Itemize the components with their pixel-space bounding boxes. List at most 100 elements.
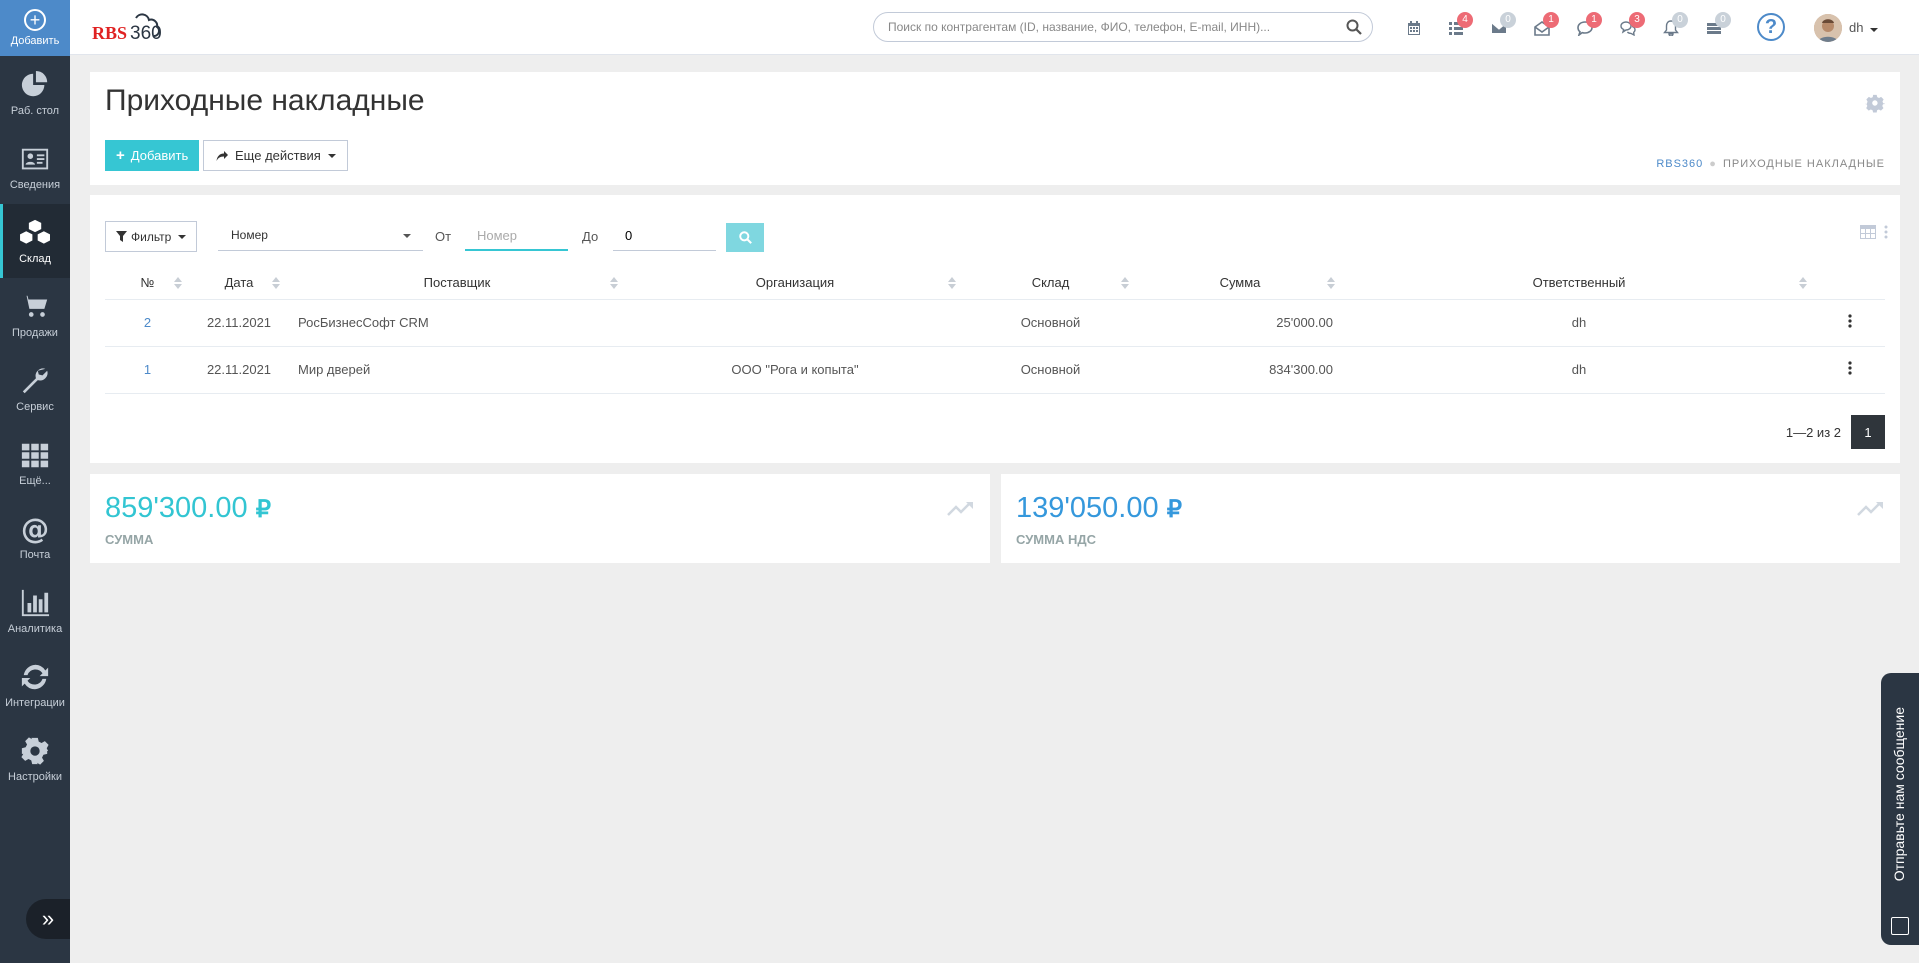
column-header-warehouse[interactable]: Склад: [964, 267, 1137, 300]
user-name: dh: [1849, 20, 1864, 35]
column-header-sum[interactable]: Сумма: [1137, 267, 1343, 300]
cell-warehouse: Основной: [964, 299, 1137, 347]
cubes-icon: [20, 219, 50, 244]
tasks-button[interactable]: 4: [1448, 12, 1473, 38]
mail-button[interactable]: 0: [1491, 12, 1516, 38]
sidebar-item-service[interactable]: Сервис: [0, 352, 70, 426]
column-header-supplier[interactable]: Поставщик: [288, 267, 626, 300]
bar-chart-icon: [21, 589, 50, 616]
trend-icon: [1857, 502, 1883, 516]
column-header-number[interactable]: №: [105, 267, 190, 300]
page-settings-gear-icon[interactable]: [1865, 94, 1885, 114]
add-button[interactable]: + Добавить: [105, 140, 200, 171]
notifications-button[interactable]: 0: [1663, 12, 1688, 38]
column-header-label: Дата: [224, 275, 254, 291]
more-actions-label: Еще действия: [235, 148, 321, 163]
sort-icon: [272, 277, 280, 289]
column-header-date[interactable]: Дата: [190, 267, 288, 300]
search-icon[interactable]: [1346, 19, 1362, 35]
column-header-organization[interactable]: Организация: [626, 267, 964, 300]
column-header-responsible[interactable]: Ответственный: [1343, 267, 1815, 300]
sidebar-item-label: Почта: [19, 548, 51, 561]
search-button[interactable]: [726, 223, 764, 252]
row-menu-button[interactable]: [1815, 346, 1885, 394]
row-menu-button[interactable]: [1815, 299, 1885, 347]
page-button[interactable]: 1: [1851, 415, 1885, 449]
chevron-down-icon: [178, 234, 187, 239]
sidebar-item-desktop[interactable]: Раб. стол: [0, 56, 70, 130]
page-header-panel: Приходные накладные + Добавить Еще действ…: [90, 72, 1900, 185]
filter-field-select[interactable]: Номер: [218, 221, 423, 251]
avatar[interactable]: [1814, 14, 1842, 42]
to-label: До: [582, 229, 599, 244]
calendar-button[interactable]: [1406, 20, 1424, 38]
sidebar-item-info[interactable]: Сведения: [0, 130, 70, 204]
pie-chart-icon: [21, 70, 48, 96]
sort-icon: [948, 277, 956, 289]
sidebar-collapse-button[interactable]: »: [26, 899, 70, 939]
search-icon: [738, 231, 752, 244]
inbox-button[interactable]: 1: [1534, 12, 1559, 38]
currency-symbol: ₽: [255, 496, 271, 523]
cell-responsible: dh: [1343, 299, 1815, 347]
sidebar-item-integrations[interactable]: Интеграции: [0, 648, 70, 722]
id-card-icon: [21, 148, 49, 169]
feedback-tab[interactable]: Отправьте нам сообщение: [1881, 673, 1919, 945]
sidebar-item-label: Раб. стол: [10, 104, 60, 117]
currency-symbol: ₽: [1166, 496, 1182, 523]
search-input[interactable]: [874, 13, 1324, 41]
user-menu[interactable]: dh: [1849, 20, 1879, 35]
sidebar-item-label: Аналитика: [7, 622, 63, 635]
chevron-down-icon: [403, 234, 411, 238]
cell-number[interactable]: 2: [105, 299, 190, 347]
stat-label: СУММА: [105, 532, 154, 547]
sidebar-item-label: Продажи: [12, 326, 58, 339]
calendar-icon: [1408, 21, 1420, 35]
sidebar-item-sales[interactable]: Продажи: [0, 278, 70, 352]
chat-button[interactable]: 1: [1577, 12, 1602, 38]
sidebar-item-warehouse[interactable]: Склад: [0, 204, 70, 278]
table-row[interactable]: 2 22.11.2021 РосБизнесСофт CRM Основной …: [105, 299, 1885, 347]
from-input[interactable]: [465, 221, 568, 251]
logo[interactable]: RBS 360: [90, 12, 190, 44]
cell-warehouse: Основной: [964, 346, 1137, 394]
to-input[interactable]: [613, 221, 716, 251]
table-columns-icon[interactable]: [1860, 225, 1876, 239]
table-panel: Фильтр Номер От До № Дата Поставщик Орга…: [90, 195, 1900, 463]
sidebar-item-mail[interactable]: @ Почта: [0, 500, 70, 574]
plus-circle-icon: +: [24, 9, 46, 31]
filter-button-label: Фильтр: [131, 229, 172, 244]
breadcrumb-current: ПРИХОДНЫЕ НАКЛАДНЫЕ: [1722, 158, 1885, 170]
column-header-actions: [1815, 267, 1885, 300]
cell-number[interactable]: 1: [105, 346, 190, 394]
invoices-table: № Дата Поставщик Организация Склад Сумма…: [105, 267, 1885, 394]
breadcrumb: RBS360 ● ПРИХОДНЫЕ НАКЛАДНЫЕ: [1656, 158, 1885, 170]
stack-badge: 0: [1715, 12, 1731, 28]
vertical-dots-icon: [1848, 361, 1852, 375]
column-header-label: Поставщик: [423, 275, 491, 291]
table-row[interactable]: 1 22.11.2021 Мир дверей ООО "Рога и копы…: [105, 346, 1885, 394]
sidebar-item-settings[interactable]: Настройки: [0, 722, 70, 796]
help-icon[interactable]: ?: [1757, 13, 1785, 41]
share-icon: [216, 150, 228, 161]
filter-field-value: Номер: [231, 228, 268, 242]
sidebar-item-analytics[interactable]: Аналитика: [0, 574, 70, 648]
cell-organization: [626, 299, 964, 347]
sidebar-add-button[interactable]: + Добавить: [0, 0, 70, 56]
breadcrumb-home-link[interactable]: RBS360: [1656, 158, 1703, 170]
vertical-dots-icon[interactable]: [1884, 225, 1888, 239]
cell-sum: 834'300.00: [1137, 346, 1343, 394]
chat-badge: 1: [1586, 12, 1602, 28]
stat-card-sum: 859'300.00 ₽ СУММА: [90, 474, 990, 563]
sidebar-item-more[interactable]: Ещё...: [0, 426, 70, 500]
chevron-down-icon: [327, 153, 336, 158]
pagination-info: 1—2 из 2: [1785, 424, 1841, 440]
vertical-dots-icon: [1848, 314, 1852, 328]
gear-icon: [21, 736, 49, 765]
sidebar-item-label: Сведения: [9, 178, 61, 191]
filter-button[interactable]: Фильтр: [105, 221, 198, 252]
comments-button[interactable]: 3: [1620, 12, 1645, 38]
stack-button[interactable]: 0: [1706, 12, 1731, 38]
more-actions-button[interactable]: Еще действия: [203, 140, 348, 171]
svg-text:@: @: [21, 514, 49, 544]
